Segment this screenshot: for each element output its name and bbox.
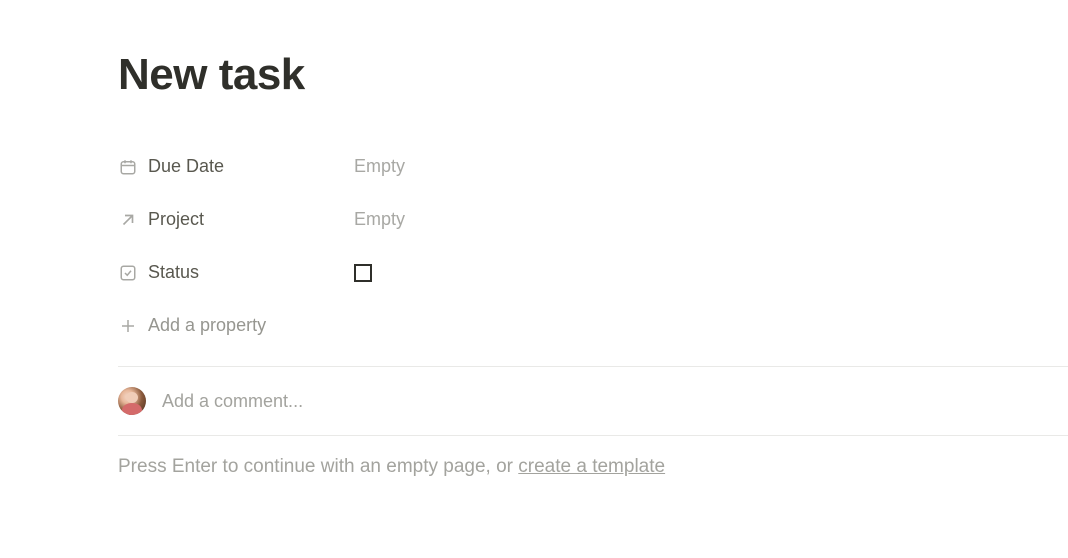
property-label-status: Status (148, 262, 199, 283)
comment-input[interactable]: Add a comment... (162, 391, 303, 412)
properties-list: Due Date Empty Project Empty (118, 140, 1068, 352)
property-value-project[interactable]: Empty (354, 209, 405, 230)
add-property-button[interactable]: Add a property (118, 299, 1068, 352)
create-template-link[interactable]: create a template (518, 456, 665, 477)
add-property-label: Add a property (148, 315, 266, 336)
empty-page-hint: Press Enter to continue with an empty pa… (118, 436, 1068, 478)
property-key-due-date: Due Date (118, 156, 354, 177)
property-key-status: Status (118, 262, 354, 283)
plus-icon (118, 316, 138, 336)
page-title[interactable]: New task (118, 50, 1068, 100)
property-due-date[interactable]: Due Date Empty (118, 140, 1068, 193)
property-value-due-date[interactable]: Empty (354, 156, 405, 177)
avatar (118, 387, 146, 415)
property-key-project: Project (118, 209, 354, 230)
comment-row[interactable]: Add a comment... (118, 367, 1068, 435)
checkbox-icon (118, 263, 138, 283)
property-status[interactable]: Status (118, 246, 1068, 299)
status-checkbox[interactable] (354, 264, 372, 282)
property-label-due-date: Due Date (148, 156, 224, 177)
hint-prefix: Press Enter to continue with an empty pa… (118, 456, 518, 477)
arrow-up-right-icon (118, 210, 138, 230)
property-project[interactable]: Project Empty (118, 193, 1068, 246)
property-label-project: Project (148, 209, 204, 230)
calendar-icon (118, 157, 138, 177)
